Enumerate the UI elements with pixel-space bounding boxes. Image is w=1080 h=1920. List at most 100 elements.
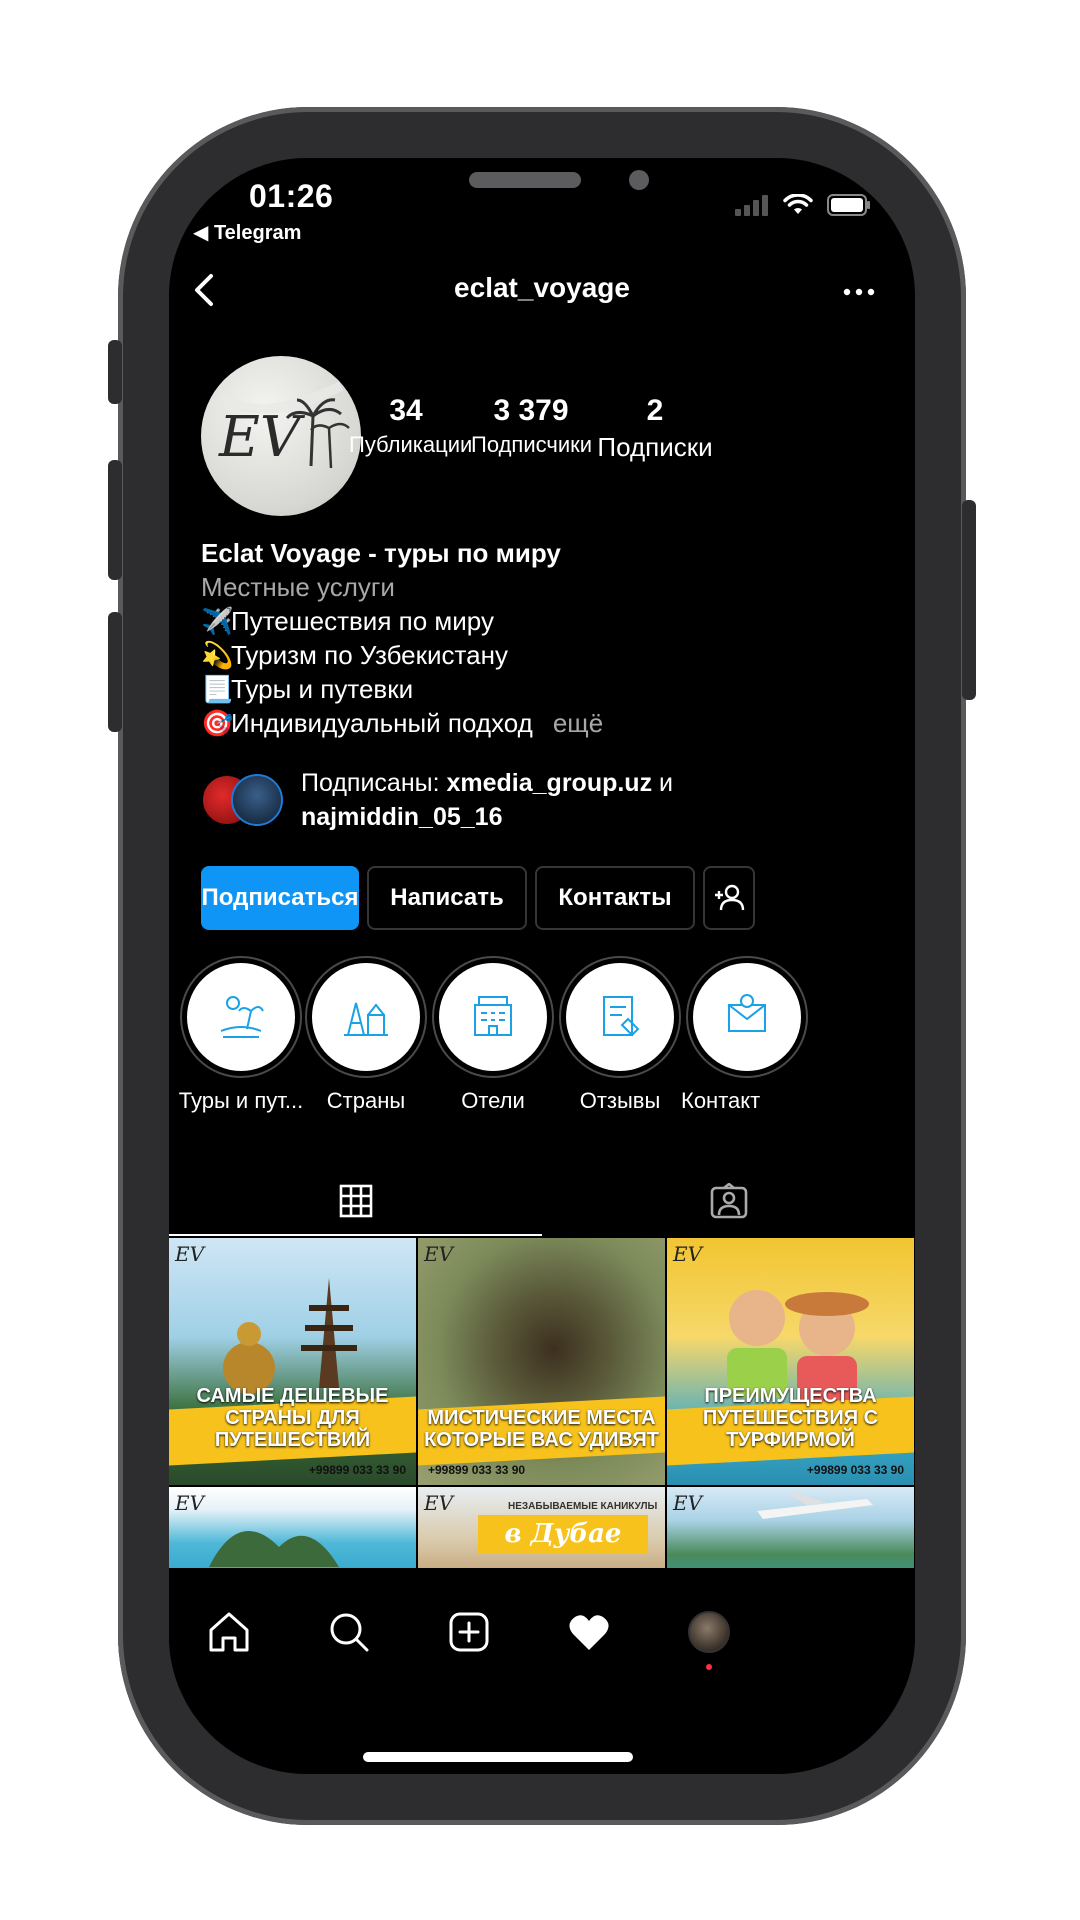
highlight-circle [312,963,420,1071]
post-thumbnail[interactable]: EV САМЫЕ ДЕШЕВЫЕ СТРАНЫ ДЛЯ ПУТЕШЕСТВИЙ … [169,1238,416,1485]
follower-username[interactable]: xmedia_group.uz [446,769,652,797]
stat-following-value: 2 [646,394,664,427]
notch-camera [629,170,649,190]
highlight-contacts[interactable]: Контакт [677,956,817,1114]
bio-line-text: Индивидуальный подход [231,708,533,738]
beach-icon [220,996,264,1038]
home-icon [209,1612,249,1652]
highlight-reviews[interactable]: Отзывы [550,956,690,1114]
highlight-label: Туры и пут... [178,1088,304,1113]
followed-by-prefix: Подписаны: [301,769,447,797]
post-phone: +99899 033 33 90 [428,1463,526,1477]
screen: 01:26 ◀ Telegram eclat_voyage EV 34 Публ… [169,158,915,1774]
stat-followers-label: Подписчики [471,432,593,457]
bio-line: 🎯Индивидуальный подход ещё [201,706,891,740]
stat-followers-value: 3 379 [493,394,569,427]
profile-avatar[interactable]: EV [201,356,361,516]
post-phone: +99899 033 33 90 [308,1463,406,1477]
message-button[interactable]: Написать [367,866,527,930]
status-icons [735,194,871,216]
bio-line-text: Туры и путевки [231,674,414,704]
highlight-countries[interactable]: Страны [296,956,436,1114]
post-subcaption: НЕЗАБЫВАЕМЫЕ КАНИКУЛЫ [508,1501,658,1512]
bio-line: 💫Туризм по Узбекистану [201,638,891,672]
search-icon [330,1613,369,1652]
highlight-ring [686,956,808,1078]
grid-icon [339,1184,372,1218]
stat-posts-label: Публикации [349,432,473,457]
highlight-circle [439,963,547,1071]
volume-down-button [108,612,122,732]
nav-search[interactable] [319,1602,379,1662]
tab-posts-grid[interactable] [169,1166,542,1236]
target-icon: 🎯 [201,708,234,738]
post-logo: EV [424,1242,454,1266]
bio-line-text: Путешествия по миру [231,606,494,636]
followed-by-and: и [652,769,673,797]
add-person-icon [715,884,745,911]
tab-tagged[interactable] [542,1166,915,1236]
nav-profile[interactable] [679,1602,739,1670]
highlight-ring [559,956,681,1078]
suggest-people-button[interactable] [703,866,755,930]
highlight-circle [693,963,801,1071]
nav-create[interactable] [439,1602,499,1662]
profile-username: eclat_voyage [454,272,630,303]
followed-by-text: Подписаны: xmedia_group.uz и najmiddin_0… [301,766,673,834]
highlight-label: Отзывы [579,1088,661,1113]
bottom-navigation [169,1568,915,1688]
highlight-tours[interactable]: Туры и пут... [171,956,311,1114]
post-logo: EV [424,1491,454,1515]
bio-line: ✈️Путешествия по миру [201,604,891,638]
mute-switch [108,340,122,404]
highlight-hotels[interactable]: Отели [423,956,563,1114]
nav-activity[interactable] [559,1602,619,1662]
post-phone: +99899 033 33 90 [806,1463,904,1477]
landmarks-icon [344,1002,388,1036]
profile-avatar-small [688,1611,730,1653]
follower-username[interactable]: najmiddin_05_16 [301,803,502,831]
highlight-ring [180,956,302,1078]
stat-followers[interactable]: 3 379 Подписчики [471,394,593,458]
follow-button[interactable]: Подписаться [201,866,359,930]
contacts-button[interactable]: Контакты [535,866,695,930]
power-button [962,500,976,700]
status-time: 01:26 [249,178,334,214]
bio-line-text: Туризм по Узбекистану [231,640,508,670]
post-thumbnail[interactable]: EV ПРЕИМУЩЕСТВА ПУТЕШЕСТВИЯ С ТУРФИРМОЙ … [667,1238,914,1485]
post-caption: в Дубае [478,1515,648,1553]
highlight-label: Отели [461,1088,525,1113]
notch-speaker [469,172,581,188]
dizzy-star-icon: 💫 [201,640,234,670]
profile-bio: Eclat Voyage - туры по миру Местные услу… [201,536,891,740]
heart-icon [569,1615,609,1650]
follower-avatar [231,774,283,826]
highlight-circle [187,963,295,1071]
battery-icon [827,194,870,216]
bio-more-link[interactable]: ещё [553,708,603,738]
highlight-ring [432,956,554,1078]
volume-up-button [108,460,122,580]
review-icon [603,996,640,1037]
post-thumbnail[interactable]: EV МИСТИЧЕСКИЕ МЕСТА КОТОРЫЕ ВАС УДИВЯТ … [418,1238,665,1485]
nav-home[interactable] [199,1602,259,1662]
back-to-app-link[interactable]: ◀ Telegram [193,220,301,245]
more-options-icon[interactable] [839,282,879,302]
highlight-circle [566,963,674,1071]
post-caption: САМЫЕ ДЕШЕВЫЕ СТРАНЫ ДЛЯ ПУТЕШЕСТВИЙ [196,1385,389,1451]
stat-posts-value: 34 [389,394,423,427]
cellular-signal-icon [735,195,768,216]
profile-category: Местные услуги [201,572,395,602]
add-post-icon [449,1612,489,1652]
home-indicator[interactable] [363,1752,633,1762]
hotel-icon [474,996,512,1036]
post-caption: МИСТИЧЕСКИЕ МЕСТА КОТОРЫЕ ВАС УДИВЯТ [424,1407,659,1451]
stat-following-label: Подписки [597,432,713,462]
followed-by[interactable]: Подписаны: xmedia_group.uz и najmiddin_0… [201,766,891,831]
stat-following[interactable]: 2 Подписки [597,394,713,463]
contact-icon [728,994,766,1032]
stat-posts[interactable]: 34 Публикации [349,394,473,458]
page-icon: 📃 [201,674,234,704]
wifi-icon [783,194,813,214]
highlight-label: Страны [326,1088,406,1113]
